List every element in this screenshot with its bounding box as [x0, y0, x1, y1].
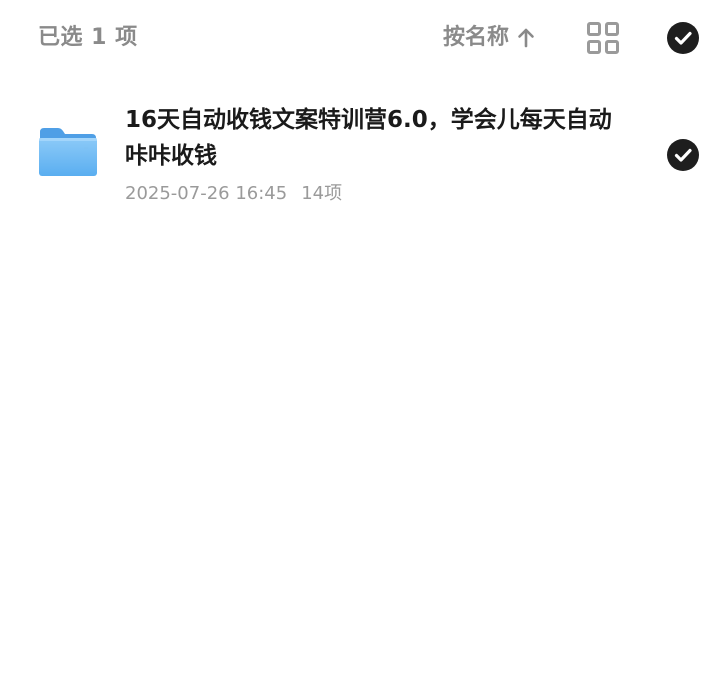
- file-select-checkbox[interactable]: [667, 139, 699, 171]
- sort-by-name-button[interactable]: 按名称: [443, 22, 537, 54]
- sort-label: 按名称: [443, 25, 510, 50]
- check-circle-icon: [674, 31, 692, 45]
- file-name: 16天自动收钱文案特训营6.0，学会儿每天自动咔咔收钱: [125, 107, 612, 169]
- check-circle-icon: [674, 148, 692, 162]
- arrow-up-icon: [515, 27, 537, 49]
- file-item-count: 14项: [301, 183, 343, 204]
- selected-count-label: 已选 1 项: [38, 25, 138, 50]
- select-all-checkbox[interactable]: [667, 22, 699, 54]
- file-selection-screen: 已选 1 项 按名称 16天自动收钱文案特训营6.0，学会儿每天自动咔咔收钱 2…: [0, 0, 714, 691]
- folder-icon: [38, 126, 98, 178]
- selection-toolbar: 已选 1 项 按名称: [0, 0, 714, 76]
- grid-view-icon: [587, 22, 619, 54]
- file-modified-date: 2025-07-26 16:45: [125, 183, 288, 204]
- grid-view-toggle-button[interactable]: [586, 21, 620, 55]
- file-list-item[interactable]: 16天自动收钱文案特训营6.0，学会儿每天自动咔咔收钱 2025-07-26 1…: [0, 96, 714, 226]
- file-meta: 2025-07-26 16:45 14项: [125, 181, 342, 207]
